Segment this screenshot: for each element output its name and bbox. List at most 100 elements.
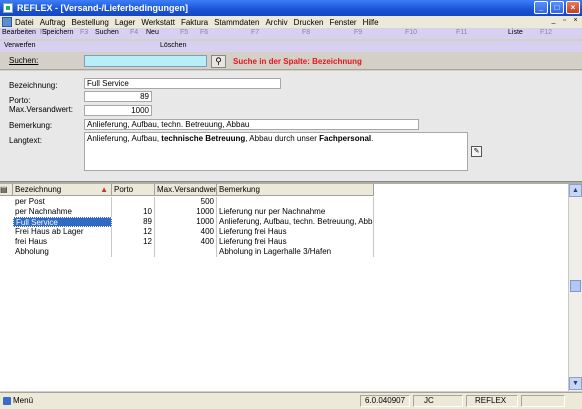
document-icon[interactable] xyxy=(2,17,12,27)
mdi-minimize-icon[interactable]: _ xyxy=(549,17,558,26)
langtext-bold-1: technische Betreuung xyxy=(161,134,246,143)
fkey-number: F7 xyxy=(251,29,260,36)
cell-bezeichnung[interactable]: per Post xyxy=(13,197,112,207)
minimize-button[interactable]: _ xyxy=(534,1,548,14)
detail-form: Bezeichnung: Full Service Porto: 89 Max.… xyxy=(0,71,582,181)
fkey-f12[interactable]: Liste xyxy=(508,29,523,36)
bemerkung-label: Bemerkung: xyxy=(9,121,53,130)
fkey-number: F8 xyxy=(302,29,311,36)
status-bar: Menü 6.0.040907 JC REFLEX xyxy=(0,392,582,409)
menu-stammdaten[interactable]: Stammdaten xyxy=(214,18,259,27)
menu-auftrag[interactable]: Auftrag xyxy=(40,18,66,27)
table-row[interactable]: Full Service 89 1000 Anlieferung, Aufbau, t… xyxy=(0,217,374,227)
fkey-f9[interactable]: F9 xyxy=(354,29,365,36)
cell-versandwert[interactable]: 1000 xyxy=(155,217,217,227)
column-header-porto[interactable]: Porto xyxy=(112,184,155,196)
window-title: REFLEX - [Versand-/Lieferbedingungen] xyxy=(17,3,189,13)
fkey-f7[interactable]: F7 xyxy=(251,29,262,36)
fkey-f5[interactable]: Neu xyxy=(146,29,159,36)
cell-bemerkung[interactable]: Lieferung frei Haus xyxy=(217,237,374,247)
porto-field[interactable]: 89 xyxy=(84,91,152,102)
fkey-f6[interactable]: F6 xyxy=(200,29,211,36)
cell-porto[interactable]: 12 xyxy=(112,227,155,237)
fkey-number: F12 xyxy=(540,29,553,36)
fkey-f3[interactable]: Speichern xyxy=(42,29,74,36)
printer-icon[interactable]: ▤ xyxy=(0,184,13,196)
fkey-number: F9 xyxy=(354,29,363,36)
cell-bezeichnung[interactable]: Frei Haus ab Lager xyxy=(13,227,112,237)
menu-bestellung[interactable]: Bestellung xyxy=(71,18,108,27)
langtext-text-1: Anlieferung, Aufbau, xyxy=(87,134,162,143)
menu-bar: Datei Auftrag Bestellung Lager Werkstatt Fakt… xyxy=(0,16,582,28)
bemerkung-field[interactable]: Anlieferung, Aufbau, techn. Betreuung, A… xyxy=(84,119,419,130)
app-panel: REFLEX xyxy=(466,395,518,407)
versandwert-field[interactable]: 1000 xyxy=(84,105,152,116)
fkey-f11[interactable]: F11 xyxy=(456,29,471,36)
cell-versandwert[interactable]: 400 xyxy=(155,237,217,247)
mdi-close-icon[interactable]: × xyxy=(571,17,580,26)
scroll-up-icon[interactable]: ▲ xyxy=(569,184,582,197)
mdi-restore-icon[interactable]: ▫ xyxy=(560,17,569,26)
menu-button[interactable]: Menü xyxy=(3,396,33,405)
edit-text-icon[interactable]: ✎ xyxy=(471,146,482,157)
table-row[interactable]: Frei Haus ab Lager 12 400 Lieferung frei Ha… xyxy=(0,227,374,237)
scroll-down-icon[interactable]: ▼ xyxy=(569,377,582,390)
menu-faktura[interactable]: Faktura xyxy=(181,18,208,27)
cell-bemerkung[interactable]: Abholung in Lagerhalle 3/Hafen xyxy=(217,247,374,257)
menu-drucken[interactable]: Drucken xyxy=(294,18,324,27)
fkey-label: Liste xyxy=(508,29,523,36)
cell-versandwert[interactable]: 1000 xyxy=(155,207,217,217)
cell-bemerkung[interactable] xyxy=(217,197,374,207)
scroll-thumb[interactable] xyxy=(570,280,581,292)
cell-versandwert[interactable]: 400 xyxy=(155,227,217,237)
close-button[interactable]: × xyxy=(566,1,580,14)
empty-panel xyxy=(521,395,565,407)
fkey-shift-1[interactable]: Löschen xyxy=(160,42,186,49)
cell-bemerkung[interactable]: Lieferung nur per Nachnahme xyxy=(217,207,374,217)
menu-datei[interactable]: Datei xyxy=(15,18,34,27)
binoculars-icon[interactable]: ⚲ xyxy=(211,55,226,68)
menu-archiv[interactable]: Archiv xyxy=(265,18,287,27)
table-row[interactable]: per Nachnahme 10 1000 Lieferung nur per Nac… xyxy=(0,207,374,217)
menu-fenster[interactable]: Fenster xyxy=(329,18,356,27)
cell-porto[interactable] xyxy=(112,197,155,207)
fkey-shift-0[interactable]: Verwerfen xyxy=(4,42,36,49)
cell-bemerkung[interactable]: Lieferung frei Haus xyxy=(217,227,374,237)
cell-porto[interactable]: 89 xyxy=(112,217,155,227)
cell-bezeichnung[interactable]: Abholung xyxy=(13,247,112,257)
table-row[interactable]: frei Haus 12 400 Lieferung frei Haus xyxy=(0,237,374,247)
start-menu-icon xyxy=(3,396,11,405)
cell-bezeichnung[interactable]: frei Haus xyxy=(13,237,112,247)
fkey-f4[interactable]: Suchen xyxy=(95,29,119,36)
cell-versandwert[interactable]: 500 xyxy=(155,197,217,207)
cell-bezeichnung[interactable]: per Nachnahme xyxy=(13,207,112,217)
menu-werkstatt[interactable]: Werkstatt xyxy=(141,18,175,27)
column-header-versandwert[interactable]: Max.Versandwert xyxy=(155,184,217,196)
table-row[interactable]: Abholung Abholung in Lagerhalle 3/Hafen xyxy=(0,247,374,257)
cell-bezeichnung[interactable]: Full Service xyxy=(13,217,112,227)
langtext-field[interactable]: Anlieferung, Aufbau, technische Betreuun… xyxy=(84,132,468,171)
cell-porto[interactable] xyxy=(112,247,155,257)
cell-porto[interactable]: 10 xyxy=(112,207,155,217)
menu-hilfe[interactable]: Hilfe xyxy=(363,18,379,27)
fkey-label: Neu xyxy=(146,29,159,36)
fkey-label: Suchen xyxy=(95,29,119,36)
user-panel: JC xyxy=(413,395,463,407)
column-header-bemerkung[interactable]: Bemerkung xyxy=(217,184,374,196)
cell-versandwert[interactable] xyxy=(155,247,217,257)
table-row[interactable]: per Post 500 xyxy=(0,197,374,207)
langtext-text-3: . xyxy=(371,134,374,143)
bezeichnung-label: Bezeichnung: xyxy=(9,81,58,90)
cell-bemerkung[interactable]: Anlieferung, Aufbau, techn. Betreuung, A… xyxy=(217,217,374,227)
cell-porto[interactable]: 12 xyxy=(112,237,155,247)
menu-lager[interactable]: Lager xyxy=(115,18,135,27)
data-grid: ▤ Bezeichnung ▲ Porto Max.Versandwert Be… xyxy=(0,184,568,391)
fkey-label: Bearbeiten xyxy=(2,29,36,36)
column-header-bezeichnung[interactable]: Bezeichnung ▲ xyxy=(13,184,112,196)
bezeichnung-field[interactable]: Full Service xyxy=(84,78,281,89)
fkey-f10[interactable]: F10 xyxy=(405,29,420,36)
vertical-scrollbar[interactable]: ▲ ▼ xyxy=(568,184,582,391)
fkey-f8[interactable]: F8 xyxy=(302,29,313,36)
maximize-button[interactable]: □ xyxy=(550,1,564,14)
search-input[interactable] xyxy=(84,55,207,67)
